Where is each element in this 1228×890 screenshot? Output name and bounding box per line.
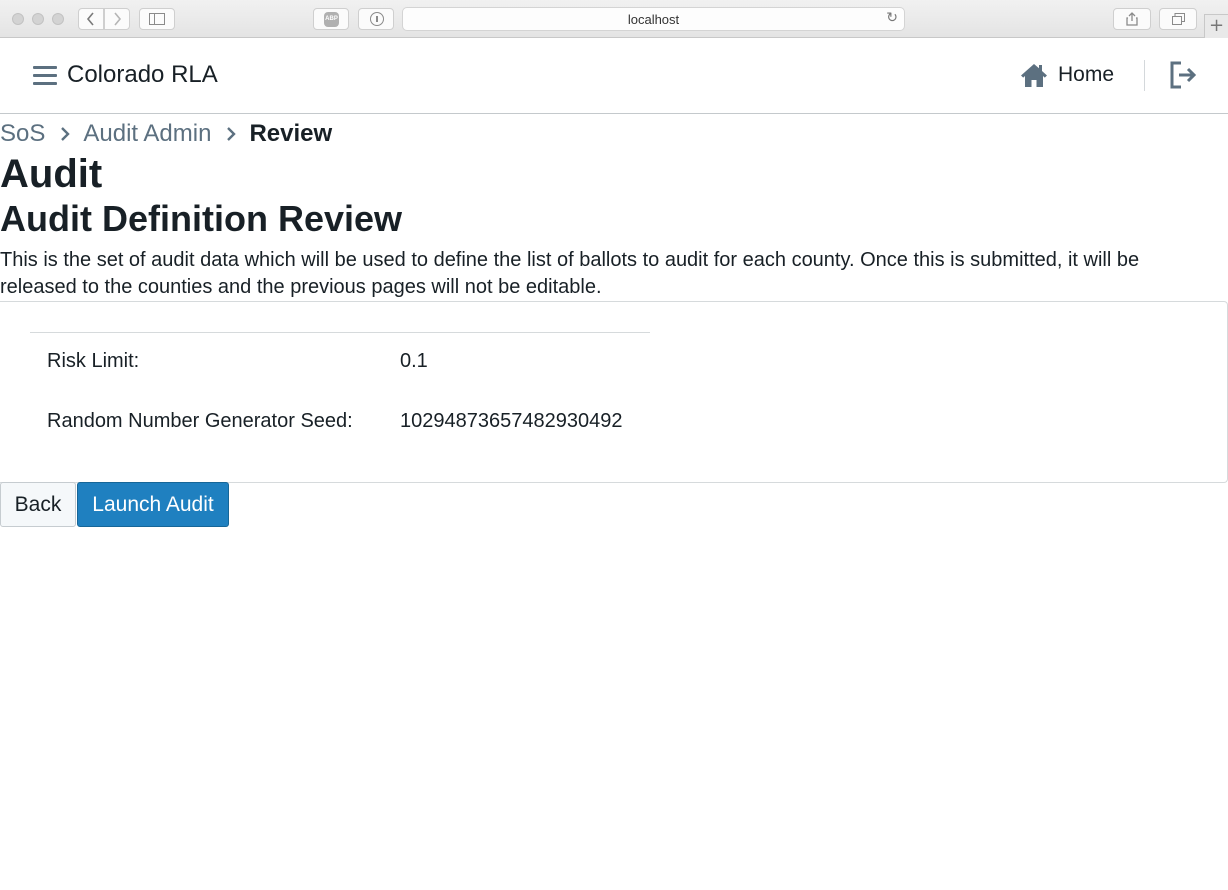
reload-icon[interactable]: ↻ xyxy=(886,10,898,26)
risk-limit-row: Risk Limit: 0.1 xyxy=(47,350,428,373)
chevron-left-icon xyxy=(86,12,94,26)
sidebar-toggle-button[interactable] xyxy=(139,8,175,30)
new-tab-button[interactable]: + xyxy=(1204,14,1228,38)
risk-limit-label: Risk Limit: xyxy=(47,350,140,372)
logout-icon xyxy=(1170,61,1197,89)
window-zoom-dot[interactable] xyxy=(52,13,64,25)
home-icon xyxy=(1021,64,1047,87)
window-minimize-dot[interactable] xyxy=(32,13,44,25)
home-button[interactable]: Home xyxy=(1020,60,1114,90)
address-bar[interactable]: localhost ↻ xyxy=(402,7,905,31)
share-button[interactable] xyxy=(1113,8,1151,30)
seed-value: 10294873657482930492 xyxy=(400,410,623,432)
info-icon xyxy=(370,12,384,26)
seed-label: Random Number Generator Seed: xyxy=(47,410,353,432)
browser-back-button[interactable] xyxy=(78,8,104,30)
breadcrumb-sos[interactable]: SoS xyxy=(0,120,45,148)
breadcrumb: SoS Audit Admin Review xyxy=(0,120,332,148)
logout-button[interactable] xyxy=(1170,61,1198,89)
launch-audit-button[interactable]: Launch Audit xyxy=(77,482,229,527)
url-text: localhost xyxy=(627,12,680,27)
info-extension-button[interactable] xyxy=(358,8,394,30)
page-subtitle: Audit Definition Review xyxy=(0,198,403,239)
back-button[interactable]: Back xyxy=(0,482,76,527)
browser-forward-button[interactable] xyxy=(104,8,130,30)
browser-toolbar: ABP localhost ↻ + xyxy=(0,0,1228,38)
sidebar-icon xyxy=(149,13,165,25)
chevron-right-icon xyxy=(226,122,237,146)
page-title: Audit xyxy=(0,152,103,196)
risk-limit-value: 0.1 xyxy=(400,350,428,372)
chevron-right-icon xyxy=(114,12,122,26)
tabs-overview-button[interactable] xyxy=(1159,8,1197,30)
share-icon xyxy=(1126,12,1138,26)
window-close-dot[interactable] xyxy=(12,13,24,25)
breadcrumb-audit-admin[interactable]: Audit Admin xyxy=(83,120,211,148)
breadcrumb-current: Review xyxy=(249,120,333,147)
home-label: Home xyxy=(1058,63,1115,86)
chevron-right-icon xyxy=(60,122,71,146)
adblock-extension-button[interactable]: ABP xyxy=(313,8,349,30)
review-card: Risk Limit: 0.1 Random Number Generator … xyxy=(0,301,1228,483)
app-navbar: Colorado RLA Home xyxy=(0,38,1228,114)
tabs-icon xyxy=(1171,13,1185,25)
menu-icon[interactable] xyxy=(33,66,57,86)
seed-row: Random Number Generator Seed: 1029487365… xyxy=(47,410,622,433)
app-brand: Colorado RLA xyxy=(67,61,218,88)
table-divider xyxy=(30,332,650,333)
navbar-divider xyxy=(1144,60,1145,91)
review-explanation: This is the set of audit data which will… xyxy=(0,249,1140,298)
adblock-icon: ABP xyxy=(324,12,339,27)
